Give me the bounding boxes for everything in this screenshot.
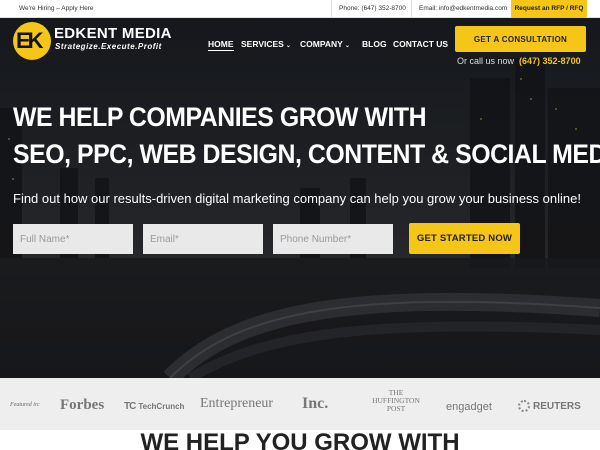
inc-logo: Inc.	[302, 395, 329, 412]
chevron-down-icon: ⌄	[344, 43, 350, 49]
nav-company-label: COMPANY	[300, 39, 343, 49]
request-rfp-button[interactable]: Request an RFP / RFQ	[511, 0, 587, 18]
nav-home[interactable]: HOME	[208, 39, 234, 51]
featured-in-bar: Featured in: Forbes TC TechCrunch Entrepr…	[0, 378, 600, 430]
topbar-email[interactable]: Email: info@edkentmedia.com	[411, 0, 507, 18]
reuters-icon	[518, 400, 530, 412]
get-started-button[interactable]: GET STARTED NOW	[409, 223, 520, 254]
chevron-down-icon: ⌄	[285, 43, 291, 49]
logo-name: EDKENT MEDIA	[54, 25, 172, 42]
phone-number-input[interactable]	[273, 224, 393, 254]
nav-blog[interactable]: BLOG	[362, 39, 387, 49]
reuters-wordmark: REUTERS	[533, 401, 581, 412]
full-name-input[interactable]	[13, 224, 133, 254]
call-us-line: Or call us now (647) 352-8700	[457, 56, 581, 66]
forbes-logo: Forbes	[60, 397, 105, 413]
huffington-post-logo: THE HUFFINGTON POST	[372, 388, 420, 413]
section-heading: WE HELP YOU GROW WITH	[140, 430, 460, 450]
get-consultation-button[interactable]: GET A CONSULTATION	[455, 26, 586, 52]
top-utility-bar: We're Hiring – Apply Here Phone: (647) 3…	[0, 0, 600, 18]
techcrunch-mark: TC	[124, 401, 136, 412]
edkent-logo[interactable]: EK EDKENT MEDIA Strategize.Execute.Profi…	[13, 22, 171, 60]
nav-services[interactable]: SERVICES ⌄	[241, 39, 291, 49]
email-input[interactable]	[143, 224, 263, 254]
nav-contact-us[interactable]: CONTACT US	[393, 39, 448, 49]
techcrunch-wordmark: TechCrunch	[138, 402, 185, 411]
nav-company[interactable]: COMPANY ⌄	[300, 39, 350, 49]
engadget-logo: engadget	[446, 401, 492, 413]
call-us-phone[interactable]: (647) 352-8700	[519, 56, 581, 66]
featured-label: Featured in:	[10, 402, 40, 408]
hero-section: EK EDKENT MEDIA Strategize.Execute.Profi…	[0, 18, 600, 378]
techcrunch-logo: TC TechCrunch	[124, 401, 184, 412]
hiring-link[interactable]: We're Hiring – Apply Here	[19, 5, 93, 12]
hero-headline-line1: WE HELP COMPANIES GROW WITH	[13, 102, 427, 132]
hero-headline-line2: SEO, PPC, WEB DESIGN, CONTENT & SOCIAL M…	[13, 139, 600, 169]
logo-tagline: Strategize.Execute.Profit	[55, 42, 162, 51]
reuters-logo: REUTERS	[518, 400, 581, 412]
entrepreneur-logo: Entrepreneur	[200, 396, 274, 411]
call-us-label: Or call us now	[457, 56, 515, 66]
topbar-phone[interactable]: Phone: (647) 352-8700	[331, 0, 406, 18]
logo-badge: EK	[13, 22, 51, 60]
nav-services-label: SERVICES	[241, 39, 284, 49]
hero-subtitle: Find out how our results-driven digital …	[13, 191, 581, 206]
